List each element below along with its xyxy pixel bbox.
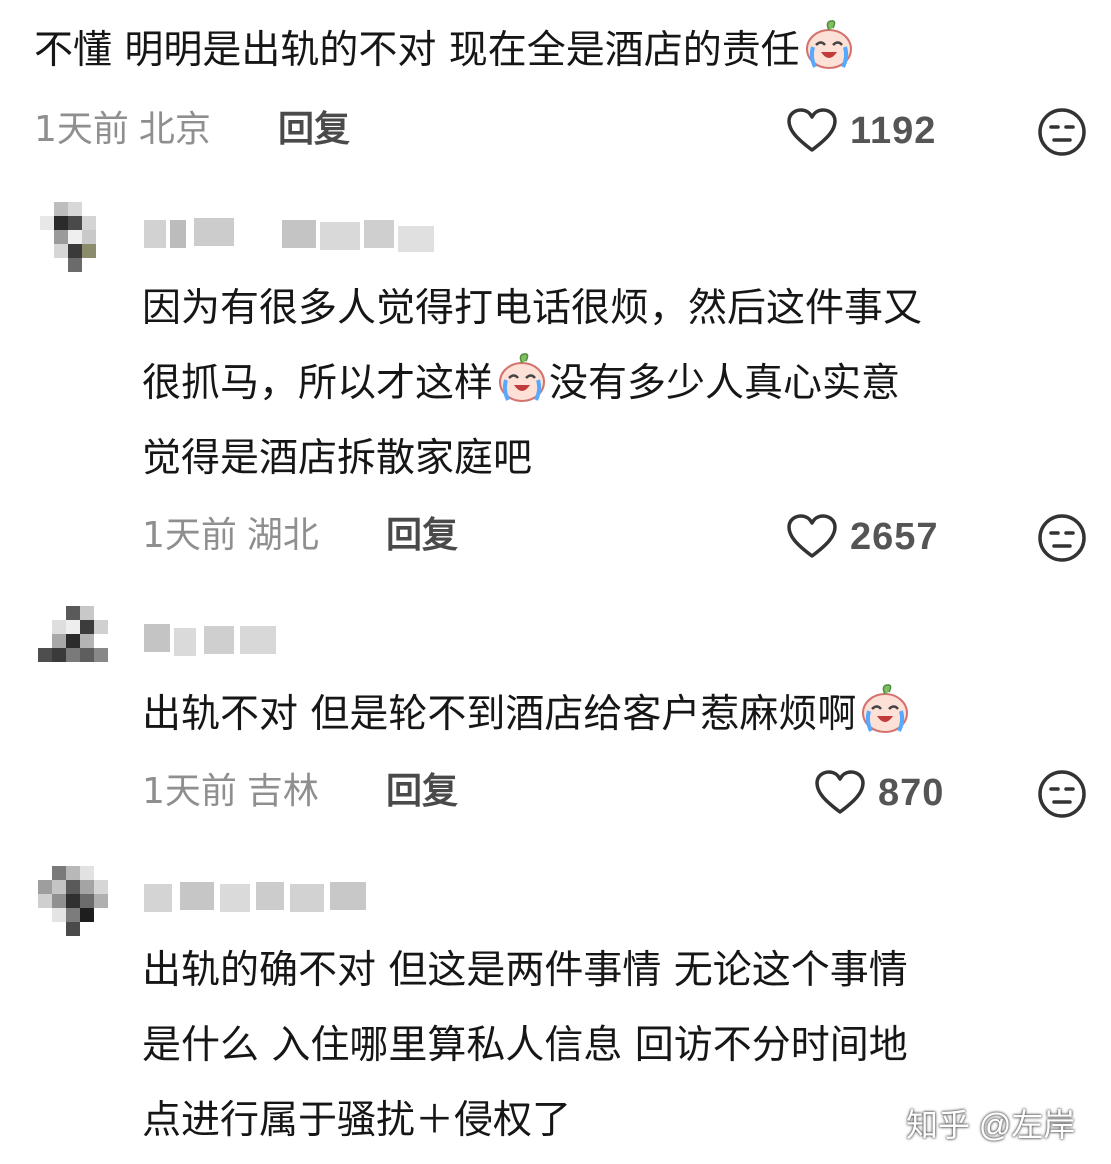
comment-2-location: 湖北 bbox=[246, 515, 319, 556]
comment-2-meta: 1天前 湖北 bbox=[142, 514, 319, 558]
comment-4-line-3: 点进行属于骚扰＋侵权了 bbox=[142, 1098, 572, 1143]
username-blurred bbox=[140, 212, 470, 252]
comment-4-line-2: 是什么 入住哪里算私人信息 回访不分时间地 bbox=[142, 1023, 908, 1068]
comment-3-reply-button[interactable]: 回复 bbox=[386, 770, 458, 814]
comment-2-line-2: 很抓马，所以才这样 没有多少人真心实意 bbox=[142, 345, 900, 422]
comment-1-reply-button[interactable]: 回复 bbox=[278, 108, 350, 152]
comment-4-line-1: 出轨的确不对 但这是两件事情 无论这个事情 bbox=[142, 948, 908, 993]
comment-1-text: 不懂 明明是出轨的不对 现在全是酒店的责任 bbox=[34, 12, 856, 89]
comment-2-like-count: 2657 bbox=[850, 515, 939, 558]
comment-3-meta: 1天前 吉林 bbox=[142, 770, 319, 814]
heart-outline-icon bbox=[815, 770, 865, 814]
avatar[interactable] bbox=[40, 202, 110, 278]
comment-2-line-2a: 很抓马，所以才这样 bbox=[142, 361, 494, 406]
meh-face-icon[interactable] bbox=[1036, 768, 1088, 820]
watermark: 知乎 @左岸 bbox=[906, 1107, 1076, 1143]
comment-1-time: 1天前 bbox=[34, 109, 129, 150]
comment-1-meta: 1天前 北京 bbox=[34, 108, 211, 152]
heart-outline-icon bbox=[787, 514, 837, 558]
comment-1-like-count: 1192 bbox=[850, 109, 937, 152]
avatar[interactable] bbox=[38, 866, 108, 942]
comment-1-like-button[interactable]: 1192 bbox=[786, 106, 936, 156]
comment-2-like-button[interactable]: 2657 bbox=[786, 512, 939, 562]
comment-2-reply-button[interactable]: 回复 bbox=[386, 514, 458, 558]
comment-1-location: 北京 bbox=[138, 109, 211, 150]
meh-face-icon[interactable] bbox=[1036, 512, 1088, 564]
comment-3-body: 出轨不对 但是轮不到酒店给客户惹麻烦啊 bbox=[142, 692, 857, 737]
comment-1-body: 不懂 明明是出轨的不对 现在全是酒店的责任 bbox=[34, 28, 800, 73]
comment-2-line-3: 觉得是酒店拆散家庭吧 bbox=[142, 436, 533, 481]
crying-laughing-emoji bbox=[499, 353, 546, 402]
username-blurred bbox=[140, 618, 300, 658]
heart-outline-icon bbox=[787, 108, 837, 152]
meh-face-icon[interactable] bbox=[1036, 106, 1088, 158]
comment-3-like-button[interactable]: 870 bbox=[814, 768, 944, 818]
crying-laughing-emoji bbox=[805, 20, 852, 69]
comment-3-like-count: 870 bbox=[878, 771, 945, 814]
comment-2-time: 1天前 bbox=[142, 515, 237, 556]
comment-3-time: 1天前 bbox=[142, 771, 237, 812]
comment-2-line-1: 因为有很多人觉得打电话很烦，然后这件事又 bbox=[142, 286, 923, 331]
comment-3-text: 出轨不对 但是轮不到酒店给客户惹麻烦啊 bbox=[142, 676, 912, 753]
avatar[interactable] bbox=[38, 606, 108, 682]
username-blurred bbox=[140, 874, 400, 914]
crying-laughing-emoji bbox=[862, 684, 909, 733]
comment-2-line-2b: 没有多少人真心实意 bbox=[549, 361, 901, 406]
comment-3-location: 吉林 bbox=[246, 771, 319, 812]
